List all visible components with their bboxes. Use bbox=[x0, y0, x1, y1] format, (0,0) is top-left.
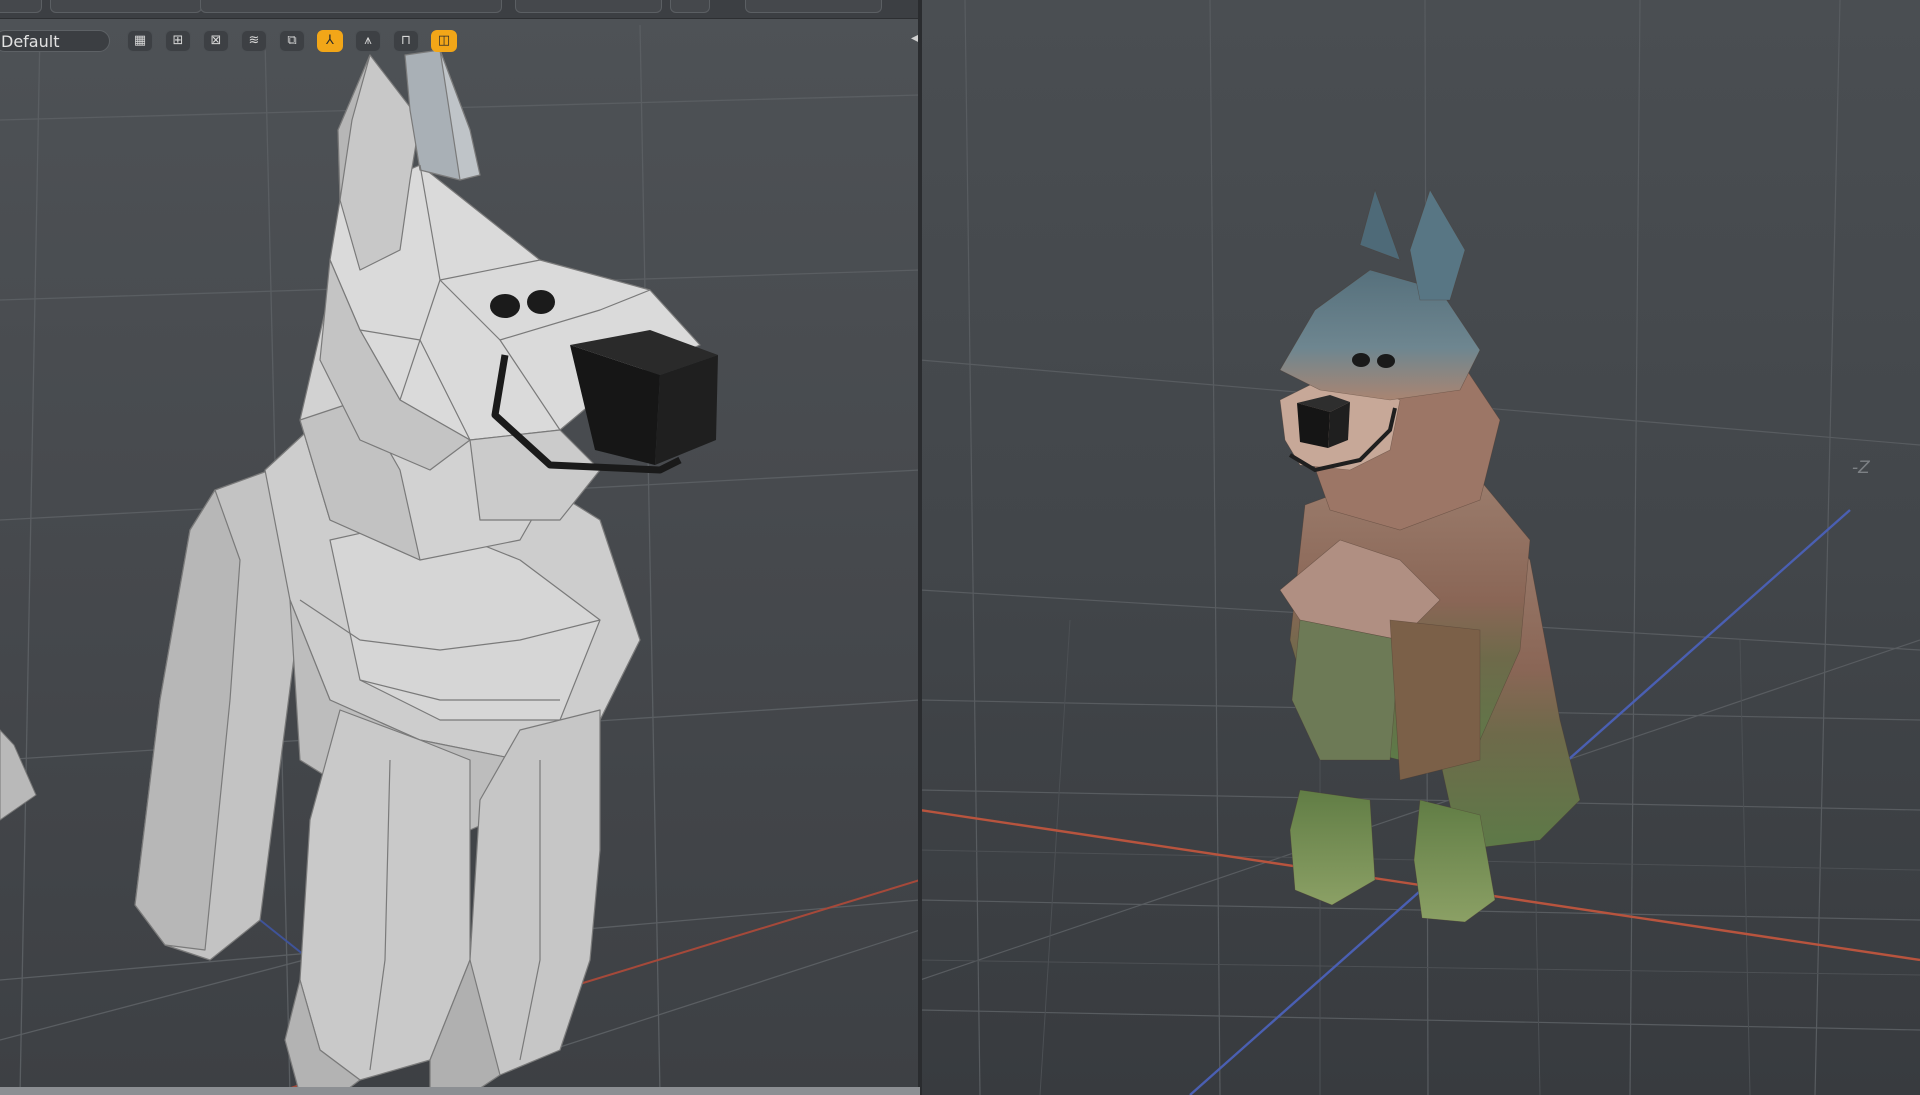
menu-segment[interactable] bbox=[745, 0, 882, 13]
menu-segment[interactable] bbox=[515, 0, 662, 13]
offscreen-mesh-fragment bbox=[0, 729, 37, 821]
menu-segment[interactable] bbox=[50, 0, 202, 13]
left-viewport-scene bbox=[0, 24, 920, 1095]
grid-pattern-icon[interactable]: ⊞ bbox=[165, 30, 191, 52]
viewport-splitter[interactable] bbox=[918, 0, 922, 1095]
eye-right bbox=[527, 290, 555, 314]
menu-segment[interactable] bbox=[0, 0, 42, 13]
right-viewport-scene bbox=[920, 0, 1920, 1095]
top-menu-strip bbox=[0, 0, 920, 19]
layer-icon[interactable]: ⧉ bbox=[279, 30, 305, 52]
textured-eye-left bbox=[1352, 353, 1370, 367]
left-viewport-bottom-bar bbox=[0, 1087, 920, 1095]
nose-cube[interactable] bbox=[570, 330, 718, 465]
viewport-right-textured-view[interactable] bbox=[920, 0, 1920, 1095]
menu-segment[interactable] bbox=[200, 0, 502, 13]
axis-label-neg-z: -Z bbox=[1852, 458, 1870, 478]
constraint-icon[interactable]: ⩚ bbox=[355, 30, 381, 52]
axis-icon[interactable]: ⅄ bbox=[317, 30, 343, 52]
eye-left bbox=[490, 294, 520, 318]
x-axis-line bbox=[559, 879, 920, 991]
mirror-icon[interactable]: ⊓ bbox=[393, 30, 419, 52]
textured-dog-mesh[interactable] bbox=[1279, 189, 1581, 923]
x-ray-icon[interactable]: ⊠ bbox=[203, 30, 229, 52]
symmetry-icon[interactable]: ◫ bbox=[431, 30, 457, 52]
textured-dog-nose[interactable] bbox=[1297, 395, 1350, 448]
viewport-left-solid-view[interactable]: Default ◀ ▦ ⊞ ⊠ ≋ ⧉ ⅄ ⩚ ⊓ ◫ bbox=[0, 0, 920, 1095]
wireframe-icon[interactable]: ≋ bbox=[241, 30, 267, 52]
viewport-preset-dropdown[interactable]: Default bbox=[0, 30, 110, 52]
modeling-app-window: Default ◀ ▦ ⊞ ⊠ ≋ ⧉ ⅄ ⩚ ⊓ ◫ -Z bbox=[0, 0, 1920, 1095]
dog-mesh[interactable] bbox=[134, 49, 701, 1095]
checker-icon[interactable]: ▦ bbox=[127, 30, 153, 52]
textured-eye-right bbox=[1377, 354, 1395, 368]
menu-segment[interactable] bbox=[670, 0, 710, 13]
